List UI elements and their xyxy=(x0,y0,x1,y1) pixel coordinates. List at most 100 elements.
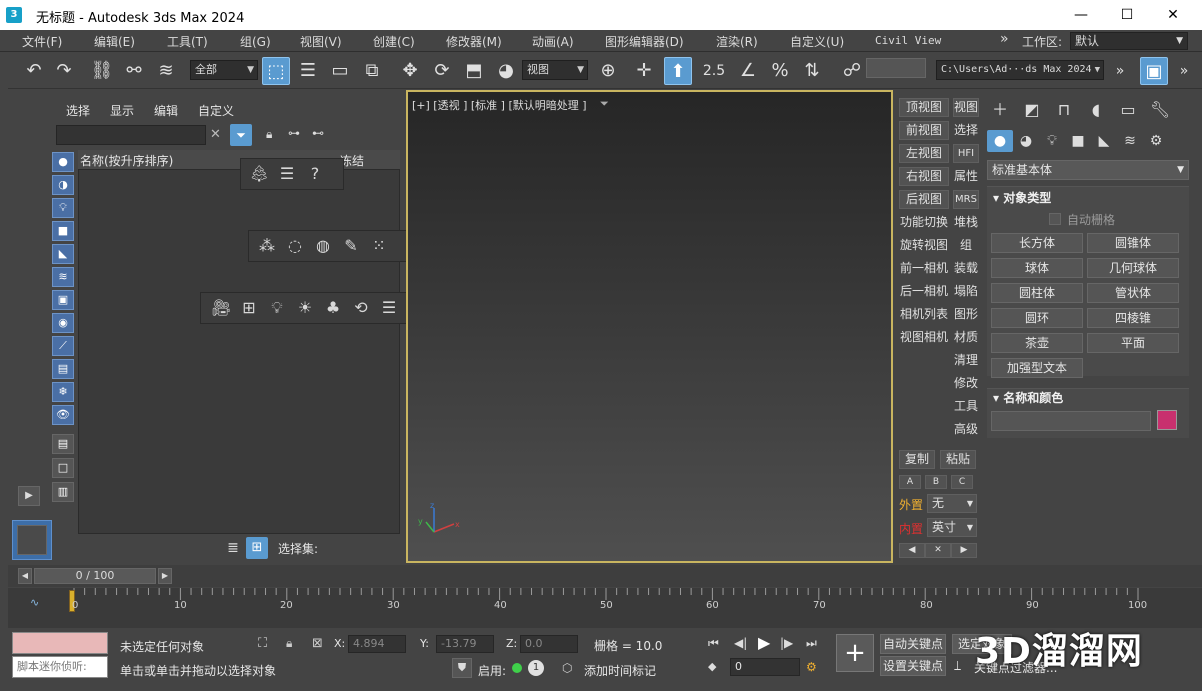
shape-button[interactable]: 图形 xyxy=(953,305,979,324)
link-icon[interactable]: ⛓ xyxy=(88,57,116,85)
key-filter-icon[interactable]: ⟘ xyxy=(954,659,961,674)
bind-space-warp-icon[interactable]: ≋ xyxy=(152,57,180,85)
select-by-name-icon[interactable]: ☰ xyxy=(294,57,322,85)
spacewarps-sub-icon[interactable]: ≋ xyxy=(1117,130,1143,152)
view-camera-button[interactable]: 视图相机 xyxy=(897,328,951,347)
previous-camera-button[interactable]: 前一相机 xyxy=(897,259,951,278)
geosphere-button[interactable]: 几何球体 xyxy=(1087,258,1179,278)
hfi-button[interactable]: HFI xyxy=(953,144,979,163)
clear-search-icon[interactable]: ✕ xyxy=(210,127,221,142)
placement-icon[interactable]: ◕ xyxy=(492,57,520,85)
appearance-dropdown[interactable]: 无 ▼ xyxy=(927,494,977,513)
snap-toggle-icon[interactable]: 2.5 xyxy=(700,57,728,85)
clean-button[interactable]: 清理 xyxy=(953,351,979,370)
scale-icon[interactable]: ⬒ xyxy=(460,57,488,85)
unlink-icon[interactable]: ⚯ xyxy=(120,57,148,85)
explorer-tab-display[interactable]: 显示 xyxy=(110,102,134,119)
set-key-button[interactable]: 设置关键点 xyxy=(880,656,946,676)
maxscript-input[interactable]: 脚本迷你侦听: xyxy=(12,656,108,678)
refresh-icon[interactable]: ⟲ xyxy=(347,295,375,321)
hierarchy-tab-icon[interactable]: ⊓ xyxy=(1049,98,1079,122)
menu-view[interactable]: 视图(V) xyxy=(300,33,342,50)
object-color-swatch[interactable] xyxy=(1157,410,1177,430)
set-key-icon[interactable]: + xyxy=(836,634,874,672)
list-icon[interactable]: ☰ xyxy=(375,295,403,321)
time-slider[interactable]: ◀ 0 / 100 ▶ xyxy=(8,565,1202,587)
left-view-button[interactable]: 左视图 xyxy=(899,144,949,163)
unit-dropdown[interactable]: 英寸 ▼ xyxy=(927,518,977,537)
render-setup-icon[interactable]: ▣ xyxy=(1140,57,1168,85)
explorer-tab-edit[interactable]: 编辑 xyxy=(154,102,178,119)
prev-arrow-icon[interactable]: ◀ xyxy=(899,543,925,558)
slot-a-button[interactable]: A xyxy=(899,475,921,489)
geometry-sub-icon[interactable]: ● xyxy=(987,130,1013,152)
viewport-filter-icon[interactable]: ⏷ xyxy=(600,97,609,111)
time-prev-icon[interactable]: ◀ xyxy=(18,568,32,584)
named-selection-icon[interactable]: ☍ xyxy=(838,57,866,85)
spinner-snap-icon[interactable]: ⇅ xyxy=(798,57,826,85)
slot-c-button[interactable]: C xyxy=(951,475,973,489)
x-coord-field[interactable]: 4.894 xyxy=(348,635,406,653)
light-bulb-icon[interactable]: 💡︎ xyxy=(263,295,291,321)
maxscript-listener-field[interactable] xyxy=(12,632,108,654)
helpers-sub-icon[interactable]: ◣ xyxy=(1091,130,1117,152)
y-coord-field[interactable]: -13.79 xyxy=(436,635,494,653)
filter-frozen-icon[interactable]: ❄ xyxy=(52,382,74,402)
toolbar-more-right-icon[interactable]: » xyxy=(1170,57,1198,85)
play-icon[interactable]: ▶ xyxy=(758,633,770,652)
cone-button[interactable]: 圆锥体 xyxy=(1087,233,1179,253)
group-button[interactable]: 组 xyxy=(953,236,979,255)
named-selection-field[interactable] xyxy=(866,58,926,78)
badge-count[interactable]: 1 xyxy=(528,660,544,676)
hierarchy-icon[interactable]: ⊶ xyxy=(288,126,300,140)
explorer-list[interactable] xyxy=(78,150,400,534)
menu-customize[interactable]: 自定义(U) xyxy=(790,33,844,50)
explorer-tab-customize[interactable]: 自定义 xyxy=(198,102,234,119)
tools-button[interactable]: 工具 xyxy=(953,397,979,416)
time-next-icon[interactable]: ▶ xyxy=(158,568,172,584)
paste-button[interactable]: 粘贴 xyxy=(940,450,976,469)
next-camera-button[interactable]: 后一相机 xyxy=(897,282,951,301)
motion-tab-icon[interactable]: ◖ xyxy=(1081,98,1111,122)
redo-icon[interactable]: ↷ xyxy=(50,57,78,85)
time-config-icon[interactable]: ⚙ xyxy=(806,660,817,674)
layers-icon[interactable]: ≣ xyxy=(222,537,244,559)
modify-tab-icon[interactable]: ◩ xyxy=(1017,98,1047,122)
collapse-button[interactable]: 塌陷 xyxy=(953,282,979,301)
slot-b-button[interactable]: B xyxy=(925,475,947,489)
array-icon[interactable]: ⁙ xyxy=(365,233,393,259)
utilities-tab-icon[interactable]: 🔧︎ xyxy=(1145,98,1175,122)
help-icon[interactable]: ? xyxy=(301,161,329,187)
object-type-title[interactable]: ▾ 对象类型 xyxy=(993,189,1051,207)
advanced-button[interactable]: 高级 xyxy=(953,420,979,439)
name-color-title[interactable]: ▾ 名称和颜色 xyxy=(993,389,1063,407)
menu-graph-editors[interactable]: 图形编辑器(D) xyxy=(605,33,684,50)
rectangular-selection-icon[interactable]: ▭ xyxy=(326,57,354,85)
enabled-indicator[interactable] xyxy=(512,663,522,673)
rotate-view-button[interactable]: 旋转视图 xyxy=(897,236,951,255)
filter-helpers-icon[interactable]: ◣ xyxy=(52,244,74,264)
plane-button[interactable]: 平面 xyxy=(1087,333,1179,353)
display-tab-icon[interactable]: ▭ xyxy=(1113,98,1143,122)
teapot-button[interactable]: 茶壶 xyxy=(991,333,1083,353)
toolbar-more-icon[interactable]: » xyxy=(1106,57,1134,85)
camera-list-button[interactable]: 相机列表 xyxy=(897,305,951,324)
next-frame-icon[interactable]: |▶ xyxy=(780,636,793,650)
material-button[interactable]: 材质 xyxy=(953,328,979,347)
reference-coord-dropdown[interactable]: 视图 ▼ xyxy=(522,60,588,80)
project-path-dropdown[interactable]: C:\Users\Ad···ds Max 2024 ▼ xyxy=(936,60,1104,80)
camera-icon[interactable]: 🎥︎ xyxy=(207,295,235,321)
filter-geometry-icon[interactable]: ● xyxy=(52,152,74,172)
tube-button[interactable]: 管状体 xyxy=(1087,283,1179,303)
add-time-tag[interactable]: 添加时间标记 xyxy=(584,662,656,679)
menu-animation[interactable]: 动画(A) xyxy=(532,33,574,50)
function-toggle-button[interactable]: 功能切换 xyxy=(897,213,951,232)
frame-display[interactable]: 0 / 100 xyxy=(34,568,156,584)
tree-icon[interactable]: 🌲︎ xyxy=(245,161,273,187)
menu-more-icon[interactable]: » xyxy=(1000,31,1009,47)
absolute-mode-icon[interactable]: ⊠ xyxy=(312,636,323,651)
undo-icon[interactable]: ↶ xyxy=(20,57,48,85)
modify-button[interactable]: 修改 xyxy=(953,374,979,393)
workspace-dropdown[interactable]: 默认 ▼ xyxy=(1070,32,1188,50)
previous-frame-icon[interactable]: ◀| xyxy=(734,636,747,650)
